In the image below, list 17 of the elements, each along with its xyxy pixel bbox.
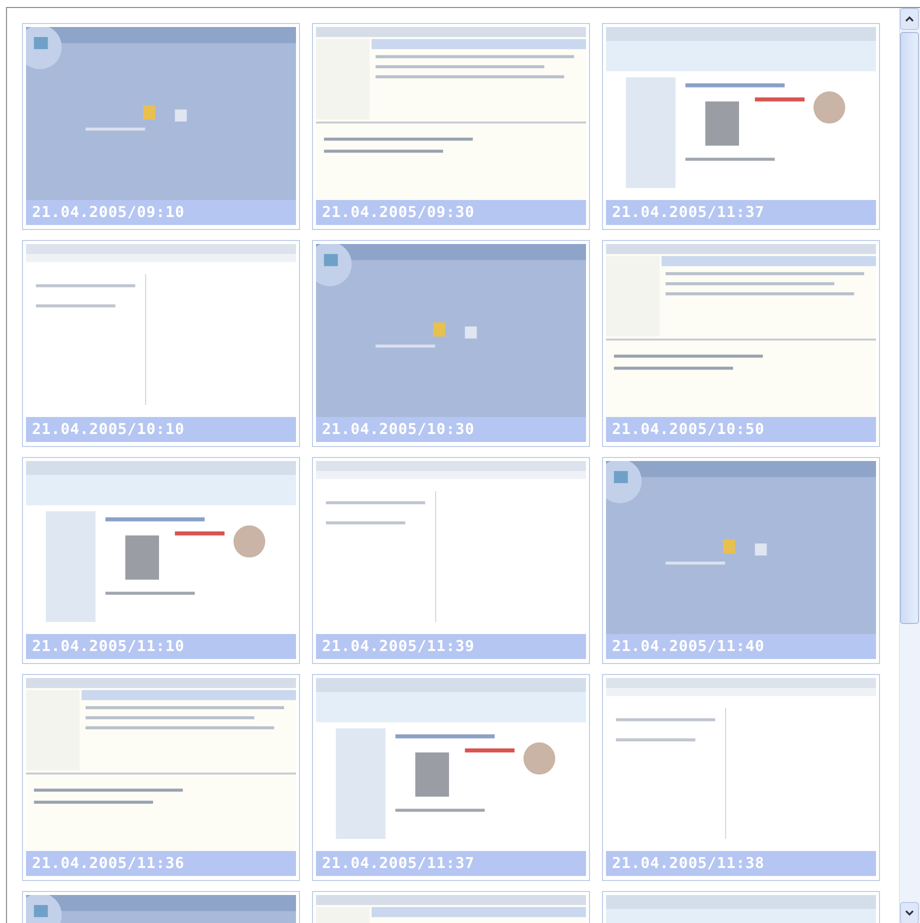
timestamp-caption: 21.04.2005/11:37 (316, 851, 586, 876)
scroll-down-button[interactable] (900, 902, 919, 923)
caret-down-icon (905, 910, 914, 916)
timestamp-caption: 21.04.2005/10:30 (316, 417, 586, 442)
timestamp-caption: 21.04.2005/11:10 (26, 634, 296, 659)
caret-up-icon (905, 16, 914, 22)
timestamp-caption: 21.04.2005/11:40 (606, 634, 876, 659)
timestamp-caption: 21.04.2005/11:38 (606, 851, 876, 876)
scrollbar-thumb[interactable] (900, 32, 919, 624)
timestamp-caption: 21.04.2005/11:37 (606, 200, 876, 225)
timestamp-caption: 21.04.2005/10:50 (606, 417, 876, 442)
timestamp-caption: 21.04.2005/10:10 (26, 417, 296, 442)
scroll-up-button[interactable] (900, 8, 919, 30)
timestamp-caption: 21.04.2005/09:30 (316, 200, 586, 225)
timestamp-caption: 21.04.2005/11:39 (316, 634, 586, 659)
timestamp-caption: 21.04.2005/09:10 (26, 200, 296, 225)
timestamp-caption: 21.04.2005/11:36 (26, 851, 296, 876)
